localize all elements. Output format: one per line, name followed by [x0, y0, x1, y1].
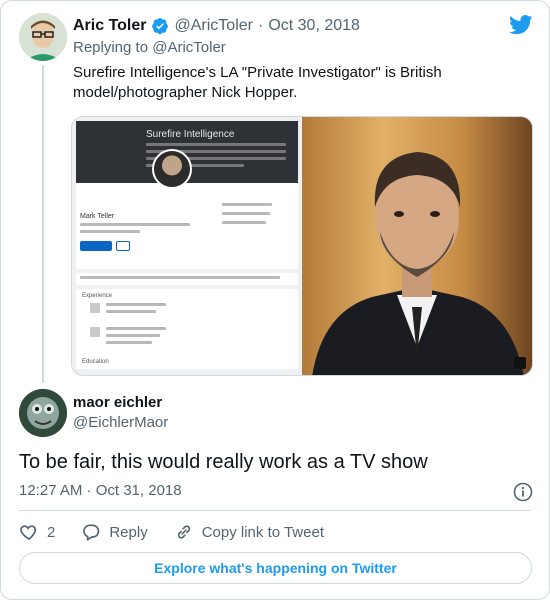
reply-label: Reply [109, 523, 148, 541]
author-name[interactable]: Aric Toler [73, 17, 147, 35]
like-button[interactable]: 2 [19, 522, 55, 542]
model-photo-image[interactable] [302, 117, 532, 375]
tweet-embed-card: Aric Toler @AricToler · Oct 30, 2018 Rep… [0, 0, 550, 600]
linkedin-screenshot-image[interactable]: Surefire Intelligence Mark Teller Experi… [72, 117, 302, 375]
divider [19, 510, 531, 511]
replying-handle-link[interactable]: @AricToler [152, 39, 226, 56]
reply-tweet-text: To be fair, this would really work as a … [19, 451, 428, 473]
avatar-aric-toler[interactable] [19, 13, 67, 61]
avatar-maor-eichler[interactable] [19, 389, 67, 437]
parent-tweet-header: Aric Toler @AricToler · Oct 30, 2018 [73, 15, 360, 37]
education-label: Education [82, 359, 109, 365]
experience-label: Experience [82, 293, 113, 299]
action-bar: 2 Reply Copy link to Tweet [19, 521, 350, 543]
like-count: 2 [47, 523, 56, 541]
info-icon[interactable] [513, 482, 533, 502]
tweet-media[interactable]: Surefire Intelligence Mark Teller Experi… [71, 116, 533, 376]
reply-button[interactable]: Reply [81, 522, 148, 542]
copy-link-label: Copy link to Tweet [201, 523, 324, 541]
copy-link-button[interactable]: Copy link to Tweet [174, 522, 324, 542]
twitter-bird-icon[interactable] [509, 15, 533, 35]
verified-icon [151, 17, 169, 35]
replying-to: Replying to @AricToler [73, 39, 226, 56]
explore-twitter-button[interactable]: Explore what's happening on Twitter [19, 552, 532, 584]
parent-tweet-text: Surefire Intelligence's LA "Private Inve… [73, 64, 442, 101]
linkedin-header-text: Surefire Intelligence [146, 129, 235, 140]
linkedin-profile-card [76, 183, 298, 269]
linkedin-experience-section: Experience Education [76, 289, 298, 369]
reply-icon [83, 524, 100, 541]
thread-line [42, 65, 44, 383]
linkedin-profile-photo [152, 149, 192, 189]
author-handle[interactable]: @AricToler [175, 17, 253, 35]
link-icon [177, 525, 190, 539]
linkedin-connect-button [80, 241, 112, 251]
tweet-date[interactable]: Oct 30, 2018 [268, 17, 360, 35]
reply-author-name[interactable]: maor eichler [73, 394, 162, 411]
reply-author-handle[interactable]: @EichlerMaor [73, 414, 168, 431]
model-portrait [312, 152, 524, 375]
linkedin-profile-name: Mark Teller [80, 213, 115, 220]
separator-dot: · [257, 17, 264, 34]
linkedin-more-button [116, 241, 130, 251]
replying-label: Replying to [73, 39, 149, 56]
heart-icon [20, 525, 37, 541]
image-gallery-icon [514, 357, 526, 369]
reply-timestamp[interactable]: 12:27 AM · Oct 31, 2018 [19, 482, 182, 499]
